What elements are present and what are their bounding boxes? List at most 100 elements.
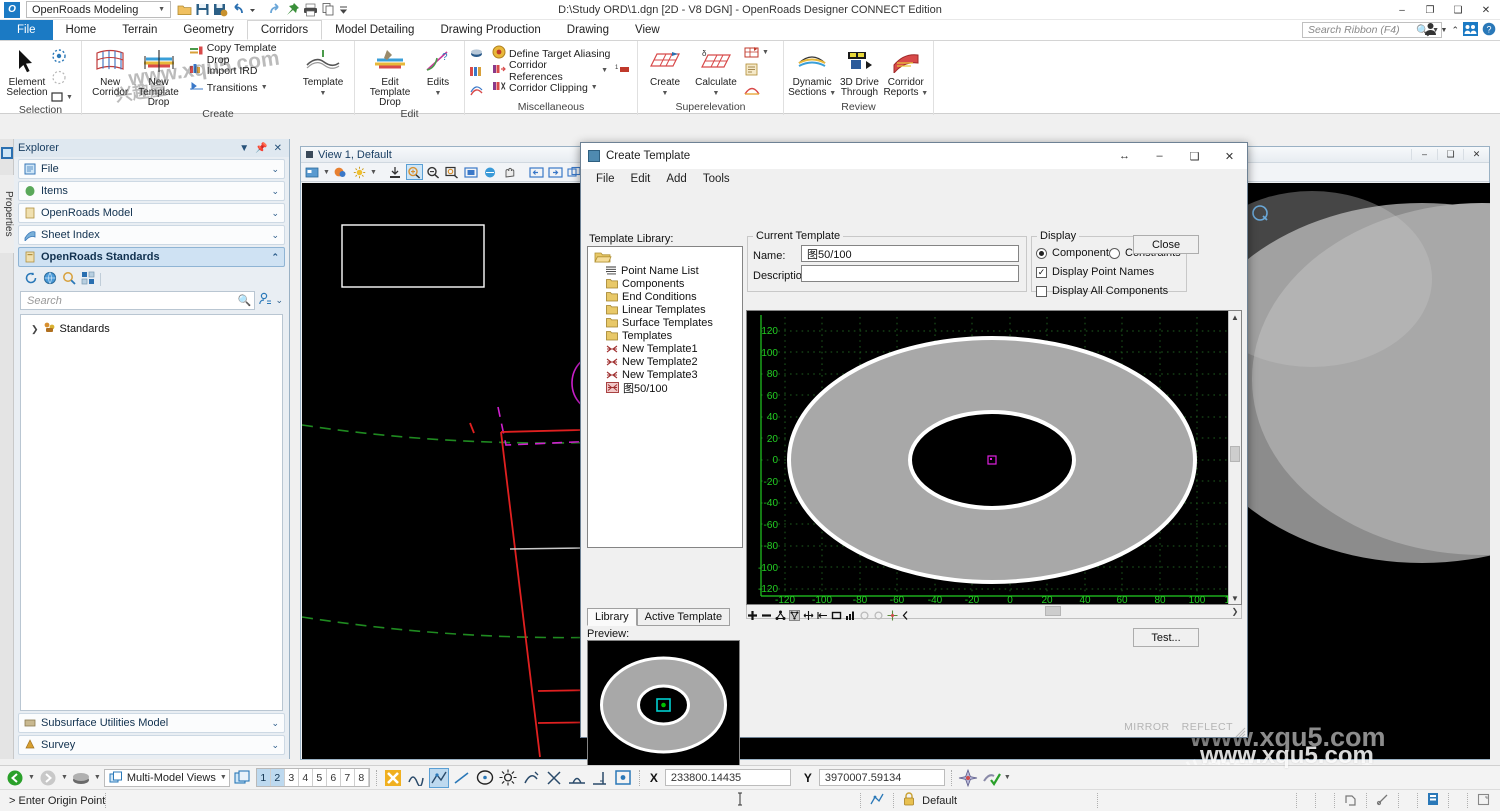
menu-tools[interactable]: Tools xyxy=(695,172,738,186)
help-icon[interactable]: ? xyxy=(1482,22,1496,39)
workspace-icon[interactable] xyxy=(1477,793,1500,809)
filter-person-icon[interactable] xyxy=(258,292,272,309)
chevron-down-icon[interactable]: ▼ xyxy=(370,169,377,176)
tab-corridors[interactable]: Corridors xyxy=(246,20,323,40)
user-account-icon[interactable] xyxy=(1424,22,1437,39)
close-dialog-button[interactable]: Close xyxy=(1133,235,1199,254)
zoom-out-icon[interactable] xyxy=(425,164,442,180)
qat-more-icon[interactable] xyxy=(339,2,354,17)
chevron-down-icon[interactable]: ▼ xyxy=(713,90,720,97)
chevron-down-icon[interactable]: ▼ xyxy=(1441,27,1448,34)
close-button[interactable]: ✕ xyxy=(1472,0,1500,20)
view-toggle-3[interactable]: 3 xyxy=(284,769,299,786)
snap-center-icon[interactable] xyxy=(475,768,495,788)
chevron-down-icon[interactable]: ▼ xyxy=(220,774,227,781)
snap-off-icon[interactable] xyxy=(383,768,403,788)
explorer-section-survey[interactable]: Survey ⌄ xyxy=(18,735,285,755)
create-superelevation-button[interactable]: Create ▼ xyxy=(642,44,688,99)
pan-view-icon[interactable] xyxy=(501,164,518,180)
scroll-right-icon[interactable]: ❯ xyxy=(1229,605,1241,617)
chevron-down-icon[interactable]: ▼ xyxy=(323,169,330,176)
y-coordinate-input[interactable]: 3970007.59134 xyxy=(818,769,945,786)
view-groups-dropdown[interactable]: Multi-Model Views ▼ xyxy=(103,768,230,787)
display-point-names-row[interactable]: ✓ Display Point Names xyxy=(1036,266,1154,278)
view-close-button[interactable]: ✕ xyxy=(1463,149,1489,160)
selection-circle-icon[interactable] xyxy=(50,69,73,89)
crosshair-icon[interactable] xyxy=(887,610,898,621)
explorer-section-openroads-model[interactable]: OpenRoads Model ⌄ xyxy=(18,203,285,223)
tab-home[interactable]: Home xyxy=(53,20,110,40)
tree-node-templates[interactable]: Templates xyxy=(588,329,742,342)
explorer-search-input[interactable]: Search 🔍 xyxy=(20,291,256,310)
dialog-title-bar[interactable]: Create Template ↔ – ❑ ✕ xyxy=(581,143,1247,169)
view-toggle-5[interactable]: 5 xyxy=(312,769,327,786)
minimize-button[interactable]: – xyxy=(1388,0,1416,20)
snap-perpendicular-icon[interactable] xyxy=(590,768,610,788)
tab-active-template[interactable]: Active Template xyxy=(636,608,731,626)
zoom-in-icon[interactable] xyxy=(747,610,758,621)
template-name-input[interactable]: 图50/100 xyxy=(801,245,1019,262)
tree-node-linear-templates[interactable]: Linear Templates xyxy=(588,303,742,316)
tree-node-point-name-list[interactable]: Point Name List xyxy=(588,264,742,277)
chevron-double-down-icon[interactable]: ⌄ xyxy=(275,295,283,306)
dialog-close-button[interactable]: ✕ xyxy=(1212,143,1247,169)
template-description-input[interactable] xyxy=(801,265,1019,282)
chevron-right-icon[interactable]: ❯ xyxy=(31,324,39,335)
components-radio[interactable] xyxy=(1036,247,1047,259)
chevron-down-icon[interactable]: ⌄ xyxy=(271,208,279,219)
zoom-find-icon[interactable] xyxy=(62,271,76,288)
dynamic-sections-button[interactable]: Dynamic Sections ▼ xyxy=(788,44,836,99)
snap-bisector-icon[interactable] xyxy=(567,768,587,788)
chevron-down-icon[interactable]: ▼ xyxy=(66,94,73,101)
graph-vertical-scrollbar[interactable]: ▲ ▼ xyxy=(1228,311,1241,604)
zoom-out-icon[interactable] xyxy=(761,610,772,621)
fit-selected-icon[interactable] xyxy=(789,610,800,621)
chevron-down-icon[interactable]: ⌄ xyxy=(271,164,279,175)
view-maximize-button[interactable]: ❑ xyxy=(1437,149,1463,160)
constraints-radio[interactable] xyxy=(1109,247,1120,259)
tab-drawing-production[interactable]: Drawing Production xyxy=(427,20,553,40)
print-icon[interactable] xyxy=(303,2,318,17)
update-view-icon[interactable] xyxy=(387,164,404,180)
tree-node-new-template1[interactable]: New Template1 xyxy=(588,342,742,355)
open-file-icon[interactable] xyxy=(177,2,192,17)
tree-node-new-template2[interactable]: New Template2 xyxy=(588,355,742,368)
chevron-down-icon[interactable]: ▼ xyxy=(261,84,268,91)
snap-origin-icon[interactable] xyxy=(498,768,518,788)
pin-icon[interactable] xyxy=(285,2,300,17)
lock-icon[interactable] xyxy=(903,792,915,809)
view-toggle-6[interactable]: 6 xyxy=(326,769,341,786)
view-display-style-icon[interactable] xyxy=(332,164,349,180)
redo-icon[interactable] xyxy=(267,2,282,17)
view-brightness-icon[interactable] xyxy=(351,164,368,180)
import-ird-button[interactable]: Import IRD xyxy=(187,62,296,79)
snap-nearest-icon[interactable] xyxy=(406,768,426,788)
menu-add[interactable]: Add xyxy=(658,172,694,186)
view-previous-icon[interactable] xyxy=(528,164,545,180)
tab-model-detailing[interactable]: Model Detailing xyxy=(322,20,427,40)
tab-terrain[interactable]: Terrain xyxy=(109,20,170,40)
connection-center-icon[interactable] xyxy=(1463,22,1478,39)
chevron-down-icon[interactable]: ▼ xyxy=(61,774,68,781)
snap-tangent-icon[interactable] xyxy=(521,768,541,788)
snap-mode-icon[interactable] xyxy=(870,792,884,809)
explorer-section-openroads-standards[interactable]: OpenRoads Standards ⌃ xyxy=(18,247,285,267)
save-settings-icon[interactable] xyxy=(213,2,228,17)
scroll-up-icon[interactable]: ▲ xyxy=(1229,311,1241,323)
superelevation-section-icon[interactable] xyxy=(744,83,769,99)
corridor-references-button[interactable]: Corridor References ▼ 1 xyxy=(490,59,633,83)
explorer-section-subsurface-utilities-model[interactable]: Subsurface Utilities Model ⌄ xyxy=(18,713,285,733)
scroll-down-icon[interactable]: ▼ xyxy=(1229,592,1241,604)
undo-icon[interactable] xyxy=(231,2,246,17)
histogram-icon[interactable] xyxy=(845,610,856,621)
chevron-down-icon[interactable]: ▼ xyxy=(435,90,442,97)
view-toggle-icon[interactable] xyxy=(233,768,253,788)
grid-view-icon[interactable] xyxy=(81,271,95,288)
tree-node-selected-template[interactable]: 图50/100 xyxy=(588,381,742,395)
tree-node-end-conditions[interactable]: End Conditions xyxy=(588,290,742,303)
corridor-reports-button[interactable]: Corridor Reports ▼ xyxy=(883,44,929,99)
display-all-components-row[interactable]: Display All Components xyxy=(1036,285,1168,297)
new-corridor-button[interactable]: New Corridor xyxy=(86,44,134,98)
misc-icon-3[interactable] xyxy=(469,84,484,100)
undo-dropdown-icon[interactable] xyxy=(249,2,264,17)
